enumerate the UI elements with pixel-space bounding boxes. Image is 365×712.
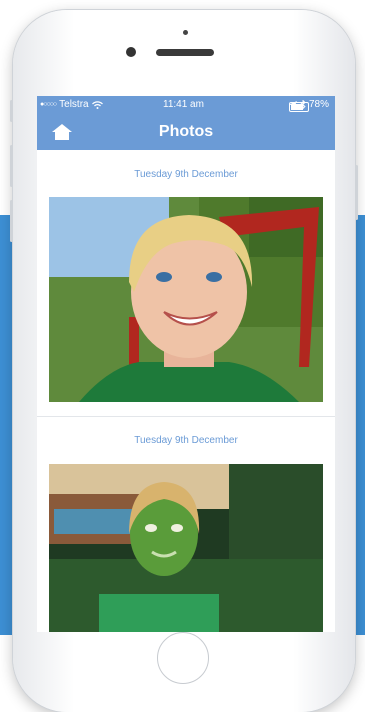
navigation-bar: Photos	[37, 114, 335, 150]
status-bar: ●○○○○ Telstra 11:41 am 78%	[37, 96, 335, 114]
clock: 11:41 am	[163, 99, 204, 110]
feed-divider	[37, 416, 335, 417]
photo-feed: Tuesday 9th December Tuesday 9th Decembe…	[37, 150, 335, 632]
photo-card[interactable]	[49, 464, 323, 632]
mute-switch	[10, 100, 13, 122]
photo-date: Tuesday 9th December	[134, 435, 238, 446]
volume-up-button	[10, 145, 13, 187]
carrier-label: Telstra	[59, 99, 89, 110]
photo-date: Tuesday 9th December	[134, 169, 238, 180]
power-button	[355, 165, 358, 220]
earpiece-speaker	[156, 49, 214, 56]
photo-image	[49, 464, 323, 632]
wifi-icon	[91, 100, 103, 109]
photo-card[interactable]	[49, 197, 323, 402]
signal-dots-icon: ●○○○○	[40, 101, 57, 108]
volume-down-button	[10, 200, 13, 242]
home-button[interactable]	[157, 632, 209, 684]
battery-icon	[288, 102, 309, 112]
battery-percent: 78%	[308, 99, 329, 110]
front-camera	[126, 47, 136, 57]
phone-frame: ●○○○○ Telstra 11:41 am 78% Photos Tuesda…	[10, 10, 358, 712]
page-title: Photos	[158, 123, 214, 140]
proximity-sensor	[183, 30, 188, 35]
status-right-group: 78%	[288, 99, 329, 112]
carrier-group: ●○○○○ Telstra	[40, 99, 103, 110]
phone-screen: ●○○○○ Telstra 11:41 am 78% Photos Tuesda…	[37, 96, 335, 632]
photo-image	[49, 197, 323, 402]
